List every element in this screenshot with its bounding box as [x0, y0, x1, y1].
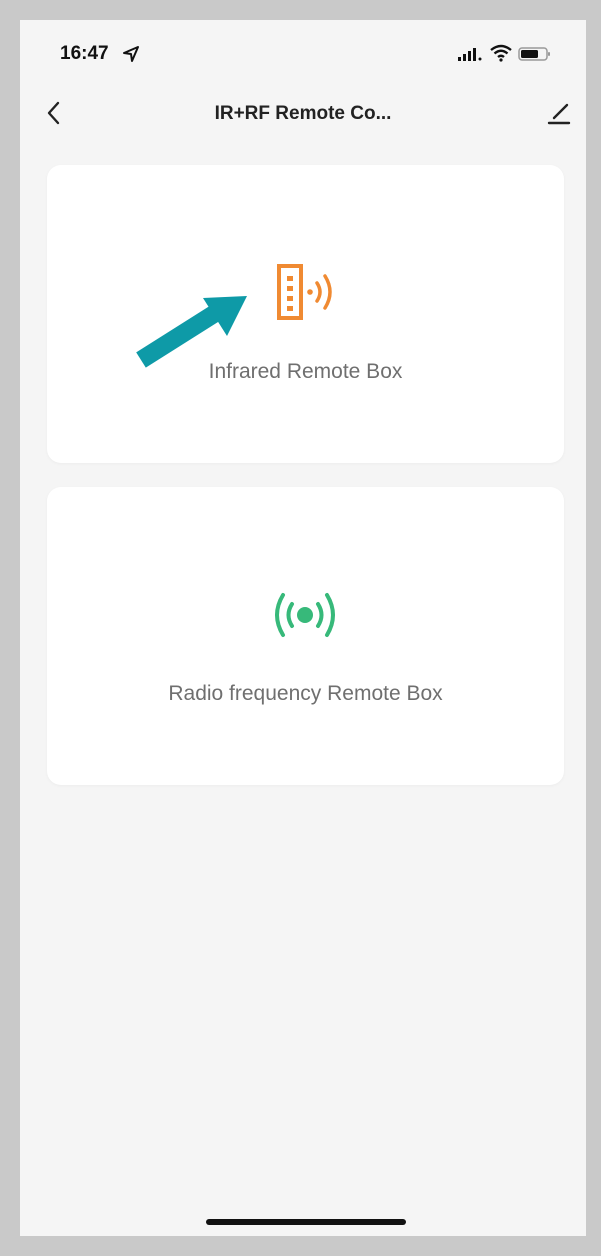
battery-icon	[518, 47, 550, 61]
page-title: IR+RF Remote Co...	[214, 103, 392, 124]
location-arrow-icon	[123, 46, 139, 62]
home-indicator[interactable]	[206, 1219, 406, 1225]
wifi-icon	[490, 44, 512, 62]
infrared-remote-icon	[277, 264, 332, 320]
phone-screen: 16:47 IR+RF Remote Co... Infrared Remote…	[20, 20, 586, 1236]
radio-frequency-remote-box-label: Radio frequency Remote Box	[168, 682, 443, 705]
infrared-remote-box-option[interactable]: Infrared Remote Box	[47, 165, 564, 463]
status-bar: 16:47	[20, 20, 586, 90]
cellular-signal-icon	[458, 48, 482, 61]
nav-bar: IR+RF Remote Co...	[20, 90, 586, 140]
radio-frequency-icon	[275, 593, 335, 637]
status-time: 16:47	[60, 43, 109, 64]
infrared-remote-box-label: Infrared Remote Box	[208, 360, 403, 383]
radio-frequency-remote-box-option[interactable]: Radio frequency Remote Box	[47, 487, 564, 785]
pencil-icon[interactable]	[545, 98, 573, 128]
pointer-arrow-icon	[136, 296, 247, 368]
